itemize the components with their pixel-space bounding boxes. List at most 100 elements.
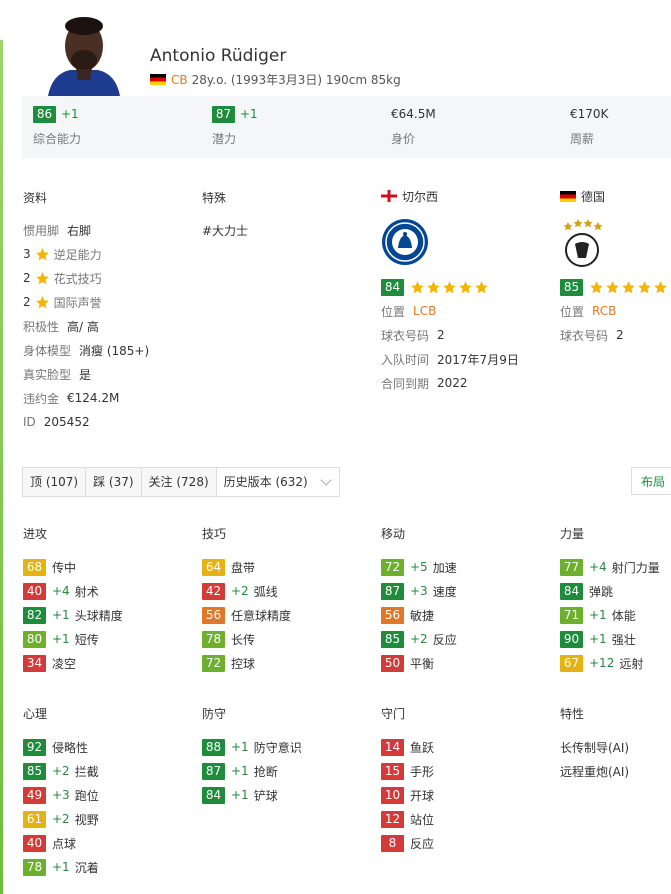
attribute-value-badge: 88 — [202, 738, 225, 756]
player-meta: CB 28y.o. (1993年3月3日) 190cm 85kg — [150, 71, 401, 88]
history-versions-dropdown[interactable]: 历史版本 (632) — [216, 468, 339, 496]
star-icon — [474, 280, 489, 295]
attribute-row: 56 敏捷 — [381, 606, 434, 624]
star-icon — [426, 280, 441, 295]
attr-group-title: 技巧 — [202, 527, 227, 541]
star-icon — [35, 295, 49, 308]
attribute-name: 弧线 — [253, 584, 278, 599]
attribute-name: 敏捷 — [410, 608, 435, 623]
chelsea-crest-icon[interactable] — [381, 218, 429, 269]
body-type-label: 身体模型 — [23, 343, 72, 358]
club-joined-label: 入队时间 — [381, 352, 430, 367]
trait-name: 长传制导(AI) — [560, 740, 630, 755]
potential-badge: 87 — [212, 105, 235, 123]
attribute-name: 视野 — [74, 812, 99, 827]
attribute-value-badge: 49 — [23, 786, 46, 804]
attribute-row: 34 凌空 — [23, 654, 76, 672]
attribute-row: 82 +1 头球精度 — [23, 606, 123, 624]
attribute-value-badge: 50 — [381, 654, 404, 672]
attribute-increment: +3 — [410, 584, 428, 598]
attribute-row: 61 +2 视野 — [23, 810, 99, 828]
star-icon — [35, 247, 49, 260]
wage-label: 周薪 — [570, 132, 595, 146]
star-icon — [605, 280, 620, 295]
attribute-name: 射门力量 — [611, 560, 660, 575]
attribute-value-badge: 87 — [381, 582, 404, 600]
real-face-value: 是 — [79, 367, 92, 382]
attr-group-title: 移动 — [381, 527, 406, 541]
club-stars — [410, 280, 489, 295]
attribute-name: 传中 — [52, 560, 77, 575]
national-stars — [589, 280, 668, 295]
work-rate-row: 积极性 高/ 高 — [23, 317, 99, 335]
layout-button[interactable]: 布局 — [631, 467, 671, 495]
attribute-name: 跑位 — [74, 788, 99, 803]
value-amount: €64.5M — [391, 107, 436, 121]
player-position[interactable]: CB — [171, 73, 188, 87]
attribute-value-badge: 84 — [560, 582, 583, 600]
attribute-name: 沉着 — [74, 860, 99, 875]
attribute-value-badge: 8 — [381, 834, 404, 852]
attribute-row: 88 +1 防守意识 — [202, 738, 302, 756]
star-icon — [589, 280, 604, 295]
attribute-row: 84 弹跳 — [560, 582, 613, 600]
attribute-row: 40 点球 — [23, 834, 76, 852]
attr-group-title: 守门 — [381, 707, 406, 721]
attribute-name: 铲球 — [253, 788, 278, 803]
tab-follow[interactable]: 关注 (728) — [141, 468, 217, 496]
attribute-value-badge: 80 — [23, 630, 46, 648]
attribute-row: 12 站位 — [381, 810, 434, 828]
traits-title: 特性 — [560, 707, 585, 721]
club-header[interactable]: 切尔西 — [381, 187, 438, 205]
attribute-name: 站位 — [410, 812, 435, 827]
star-icon — [653, 280, 668, 295]
tab-downvote[interactable]: 踩 (37) — [86, 468, 142, 496]
attribute-value-badge: 72 — [381, 558, 404, 576]
germany-crest-icon[interactable] — [560, 218, 606, 271]
attribute-increment: +2 — [52, 812, 70, 826]
national-header[interactable]: 德国 — [560, 187, 605, 205]
skill-moves-value: 2 — [23, 271, 31, 285]
attribute-value-badge: 34 — [23, 654, 46, 672]
overall-plus: +1 — [61, 107, 79, 121]
left-accent-bar — [0, 40, 3, 894]
speciality-tag[interactable]: #大力士 — [202, 221, 248, 239]
trait-item: 长传制导(AI) — [560, 738, 629, 756]
attribute-value-badge: 42 — [202, 582, 225, 600]
attribute-increment: +2 — [52, 764, 70, 778]
star-icon — [442, 280, 457, 295]
attribute-name: 控球 — [231, 656, 256, 671]
overall-label: 综合能力 — [33, 132, 82, 146]
attribute-row: 84 +1 铲球 — [202, 786, 278, 804]
attribute-name: 鱼跃 — [410, 740, 435, 755]
attribute-row: 40 +4 射术 — [23, 582, 99, 600]
club-position-value[interactable]: LCB — [413, 304, 436, 318]
preferred-foot-label: 惯用脚 — [23, 223, 60, 238]
attribute-value-badge: 56 — [381, 606, 404, 624]
attribute-value-badge: 84 — [202, 786, 225, 804]
national-position-value[interactable]: RCB — [592, 304, 616, 318]
reputation-label: 国际声誉 — [53, 295, 102, 310]
club-rating-row: 84 — [381, 278, 489, 296]
attribute-value-badge: 71 — [560, 606, 583, 624]
skill-moves-row: 2 花式技巧 — [23, 269, 110, 287]
id-row: ID 205452 — [23, 413, 90, 431]
tab-upvote[interactable]: 顶 (107) — [23, 468, 87, 496]
overall-badge: 86 — [33, 105, 56, 123]
attribute-name: 点球 — [52, 836, 77, 851]
speciality-label: #大力士 — [202, 223, 249, 238]
profile-title: 资料 — [23, 191, 48, 205]
attribute-row: 14 鱼跃 — [381, 738, 434, 756]
club-position-label: 位置 — [381, 304, 406, 319]
attribute-value-badge: 40 — [23, 834, 46, 852]
attribute-increment: +4 — [589, 560, 607, 574]
attribute-row: 50 平衡 — [381, 654, 434, 672]
attribute-name: 射术 — [74, 584, 99, 599]
attribute-name: 长传 — [231, 632, 256, 647]
attribute-row: 64 盘带 — [202, 558, 255, 576]
attribute-increment: +2 — [410, 632, 428, 646]
attr-group-title: 心理 — [23, 707, 48, 721]
attribute-row: 56 任意球精度 — [202, 606, 291, 624]
star-icon — [35, 271, 49, 284]
attribute-increment: +5 — [410, 560, 428, 574]
